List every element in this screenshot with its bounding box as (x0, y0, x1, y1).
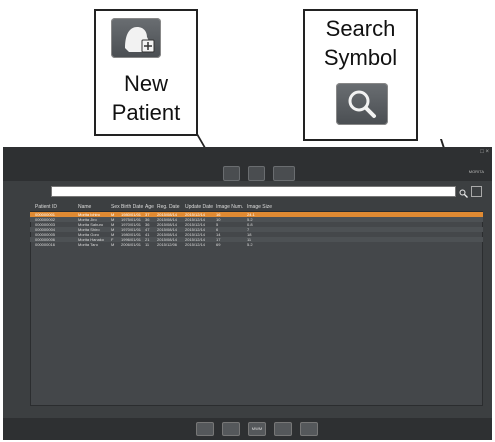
table-cell: M (111, 242, 115, 247)
search-callout: Search Symbol (303, 9, 418, 141)
table-cell: Morita Taro (78, 242, 98, 247)
new-patient-callout-icon (111, 18, 161, 58)
add-patient-icon (125, 27, 155, 53)
settings-button[interactable] (274, 422, 292, 436)
search-icon (459, 189, 468, 198)
table-cell: 2015/12/14 (185, 242, 206, 247)
layout-toggle-button[interactable] (471, 186, 482, 197)
col-name[interactable]: Name (78, 204, 91, 210)
brand-logo: MORITA (468, 169, 484, 174)
table-cell: 000000016 (35, 242, 56, 247)
app-window: MORITA □ × Patient ID Name Sex Birth Dat… (3, 147, 492, 440)
magnifier-icon (348, 90, 376, 118)
new-patient-callout: New Patient (94, 9, 198, 136)
search-input[interactable] (51, 186, 456, 197)
col-sex[interactable]: Sex (111, 204, 120, 210)
top-toolbar: MORITA □ × (3, 147, 492, 181)
new-patient-button[interactable] (223, 166, 240, 181)
import-button[interactable] (222, 422, 240, 436)
col-birth-date[interactable]: Birth Date (121, 204, 143, 210)
exit-button[interactable] (300, 422, 318, 436)
table-cell: 2015/12/06 (157, 242, 178, 247)
patient-info-button[interactable] (196, 422, 214, 436)
col-update-date[interactable]: Update Date (185, 204, 213, 210)
col-reg-date[interactable]: Reg. Date (157, 204, 180, 210)
callout-patient-label: Patient (111, 100, 181, 125)
col-patient-id[interactable]: Patient ID (35, 204, 57, 210)
table-cell: 2006/01/01 (121, 242, 142, 247)
table-row[interactable]: 000000016 Morita Taro M 2006/01/01 11 2015/12… (30, 242, 483, 247)
window-controls[interactable]: □ × (480, 149, 489, 155)
detail-view-button[interactable] (273, 166, 295, 181)
search-callout-icon (336, 83, 388, 125)
list-view-button[interactable] (248, 166, 265, 181)
callout-symbol-label: Symbol (323, 45, 398, 70)
callout-new-label: New (123, 71, 168, 96)
bottom-toolbar: MWM (3, 418, 492, 440)
search-button[interactable] (458, 186, 469, 198)
mwm-button[interactable]: MWM (248, 422, 266, 436)
table-cell: 69 (216, 242, 221, 247)
callout-search-label: Search (325, 16, 396, 41)
table-header: Patient ID Name Sex Birth Date Age Reg. … (30, 204, 483, 211)
col-image-num[interactable]: Image Num. (216, 204, 243, 210)
table-cell: 5.2 (247, 242, 253, 247)
col-age[interactable]: Age (145, 204, 154, 210)
col-image-size[interactable]: Image Size (247, 204, 272, 210)
table-cell: 11 (145, 242, 150, 247)
